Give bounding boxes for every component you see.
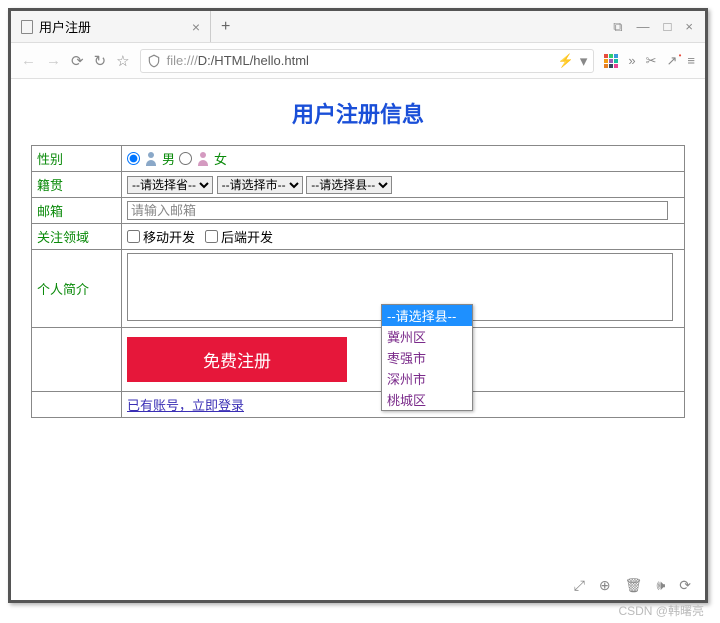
page-title: 用户注册信息 [31,97,685,129]
dropdown-option[interactable]: 深州市 [382,368,472,389]
label-gender: 性别 [32,146,122,172]
label-intro: 个人简介 [32,250,122,328]
url-text: file:///D:/HTML/hello.html [167,53,552,68]
email-input[interactable] [127,201,668,220]
url-input[interactable]: file:///D:/HTML/hello.html ⚡ ▾ [140,49,595,73]
shield-icon [147,54,161,68]
titlebar: 用户注册 × + ⧉ — □ × [11,11,705,43]
registration-form: 性别 男 女 籍贯 --请选择省-- --请选择市-- --请选择县-- [31,145,685,418]
female-icon [196,152,210,166]
popup-icon[interactable]: ⧉ [613,19,622,35]
label-female: 女 [214,149,227,168]
url-dropdown-icon[interactable]: ▾ [580,52,588,70]
favorite-button[interactable]: ☆ [116,52,129,70]
menu-icon[interactable]: ≡ [687,53,695,68]
minimize-icon[interactable]: — [637,19,650,35]
county-dropdown-menu[interactable]: --请选择县-- 冀州区 枣强市 深州市 桃城区 [381,304,473,411]
reload2-button[interactable]: ↻ [94,52,107,70]
forward-button[interactable]: → [46,52,61,69]
tab-title: 用户注册 [39,17,91,36]
status-expand-icon[interactable]: ⤢ [574,577,585,594]
dropdown-option[interactable]: 枣强市 [382,347,472,368]
status-refresh-icon[interactable]: ⟳ [679,577,691,594]
scissors-icon[interactable]: ✂ [646,53,657,69]
apps-icon[interactable] [604,54,618,68]
browser-tab[interactable]: 用户注册 × [11,11,211,42]
checkbox-mobile[interactable] [127,230,140,243]
bolt-icon[interactable]: ⚡ [558,53,574,69]
dropdown-option[interactable]: 桃城区 [382,389,472,410]
arrow-icon[interactable]: ↗• [667,53,678,69]
dropdown-option[interactable]: --请选择县-- [382,305,472,326]
gender-row: 男 女 [127,149,679,168]
radio-female[interactable] [179,152,192,165]
page-content: 用户注册信息 性别 男 女 籍贯 --请选择省-- --请选择市-- --请选择… [11,79,705,600]
back-button[interactable]: ← [21,52,36,69]
label-email: 邮箱 [32,198,122,224]
close-window-icon[interactable]: × [685,19,693,35]
new-tab-button[interactable]: + [211,18,240,36]
select-county[interactable]: --请选择县-- [306,176,392,194]
checkbox-backend-label[interactable]: 后端开发 [205,227,273,246]
interest-row: 移动开发 后端开发 [127,227,679,246]
watermark: CSDN @韩曙亮 [618,602,704,619]
dropdown-option[interactable]: 冀州区 [382,326,472,347]
label-hometown: 籍贯 [32,172,122,198]
submit-button[interactable]: 免费注册 [127,337,347,382]
select-province[interactable]: --请选择省-- [127,176,213,194]
label-interest: 关注领域 [32,224,122,250]
status-trash-icon[interactable]: 🗑 [625,577,643,594]
hometown-cell: --请选择省-- --请选择市-- --请选择县-- [122,172,685,198]
male-icon [144,152,158,166]
more-icon[interactable]: » [628,53,635,68]
window-controls: ⧉ — □ × [601,19,705,35]
checkbox-mobile-label[interactable]: 移动开发 [127,227,195,246]
status-bar: ⤢ ⊕ 🗑 🕪 ⟳ [574,577,691,594]
address-bar: ← → ⟳ ↻ ☆ file:///D:/HTML/hello.html ⚡ ▾… [11,43,705,79]
status-sound-icon[interactable]: 🕪 [656,577,665,594]
radio-male[interactable] [127,152,140,165]
browser-window: 用户注册 × + ⧉ — □ × ← → ⟳ ↻ ☆ file:///D:/HT… [11,11,705,600]
status-plus-icon[interactable]: ⊕ [599,577,611,594]
select-city[interactable]: --请选择市-- [217,176,303,194]
document-icon [21,20,33,34]
checkbox-backend[interactable] [205,230,218,243]
label-male: 男 [162,149,175,168]
maximize-icon[interactable]: □ [664,19,672,35]
close-tab-icon[interactable]: × [192,19,200,35]
login-link[interactable]: 已有账号，立即登录 [127,398,244,413]
reload-button[interactable]: ⟳ [71,52,84,70]
